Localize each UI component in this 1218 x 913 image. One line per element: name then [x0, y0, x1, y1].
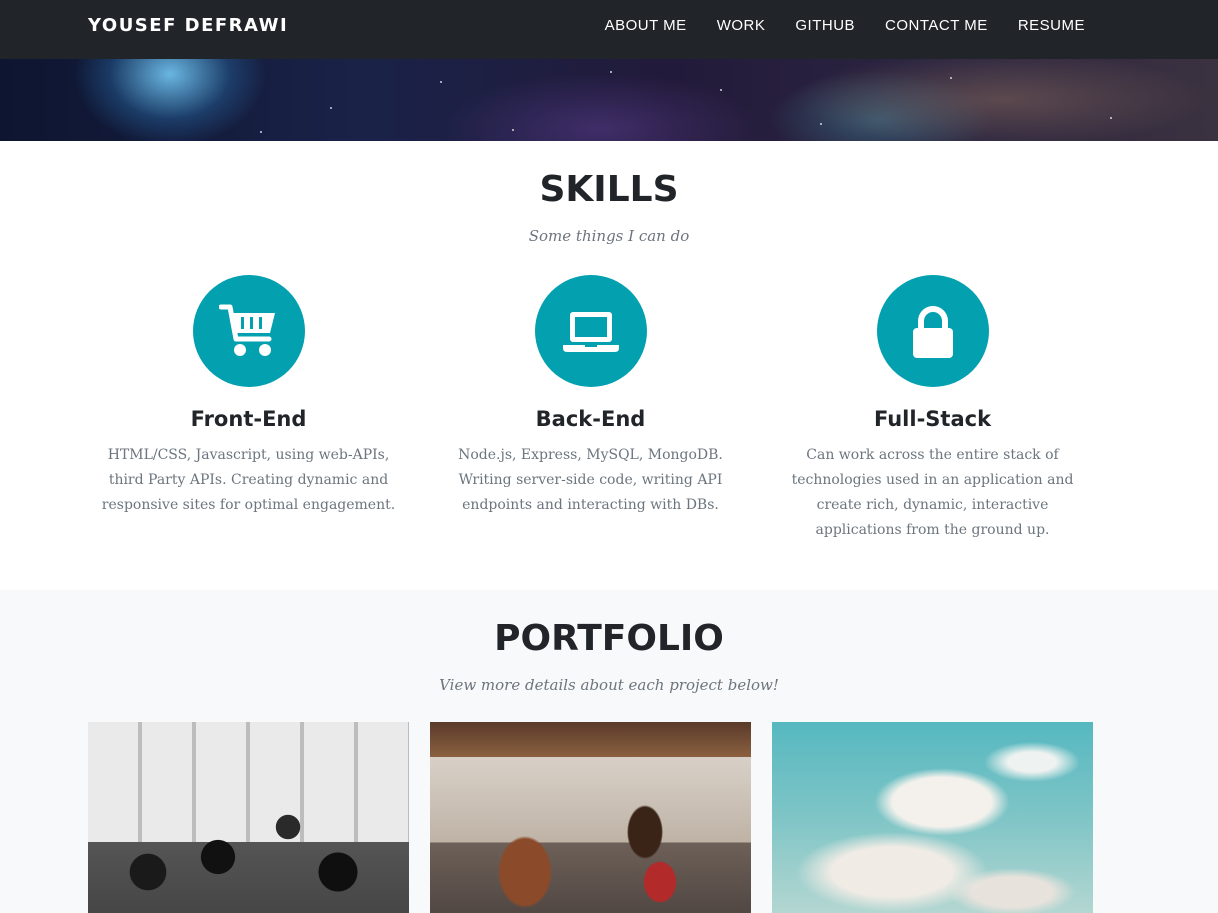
nav-link-contact-me[interactable]: CONTACT ME: [885, 17, 988, 34]
portfolio-item-image[interactable]: [772, 722, 1093, 913]
portfolio-section: PORTFOLIO View more details about each p…: [0, 590, 1218, 913]
skills-section: SKILLS Some things I can do Front-End HT…: [0, 141, 1218, 590]
skill-heading: Back-End: [535, 407, 646, 431]
hero-background-image: [0, 59, 1218, 141]
nav-link-about-me[interactable]: ABOUT ME: [605, 17, 687, 34]
nav-link-work[interactable]: WORK: [717, 17, 766, 34]
navbar: YOUSEF DEFRAWI ABOUT ME WORK GITHUB CONT…: [0, 0, 1218, 59]
skill-card-front-end: Front-End HTML/CSS, Javascript, using we…: [88, 275, 409, 518]
skill-icon-circle: [534, 275, 647, 387]
portfolio-item-image[interactable]: [88, 722, 409, 913]
skill-heading: Full-Stack: [873, 407, 992, 431]
nav-link-resume[interactable]: RESUME: [1018, 17, 1085, 34]
shopping-cart-icon: [218, 304, 275, 356]
nav-links: ABOUT ME WORK GITHUB CONTACT ME RESUME: [575, 17, 1085, 34]
portfolio-title: PORTFOLIO: [494, 618, 724, 659]
nav-link-github[interactable]: GITHUB: [795, 17, 855, 34]
skill-description: Can work across the entire stack of tech…: [791, 447, 1074, 538]
skill-description: Node.js, Express, MySQL, MongoDB. Writin…: [458, 447, 723, 513]
skill-icon-circle: [876, 275, 989, 387]
skill-icon-circle: [192, 275, 305, 387]
laptop-icon: [562, 312, 619, 352]
skill-card-back-end: Back-End Node.js, Express, MySQL, MongoD…: [430, 275, 751, 518]
portfolio-subtitle: View more details about each project bel…: [439, 676, 779, 694]
portfolio-item-image[interactable]: [430, 722, 751, 913]
skill-heading: Front-End: [190, 407, 307, 431]
lock-icon: [912, 306, 953, 358]
skills-subtitle: Some things I can do: [528, 227, 690, 245]
skills-title: SKILLS: [539, 169, 679, 210]
skill-card-full-stack: Full-Stack Can work across the entire st…: [772, 275, 1093, 543]
brand-link[interactable]: YOUSEF DEFRAWI: [88, 15, 288, 36]
skill-description: HTML/CSS, Javascript, using web-APIs, th…: [101, 447, 396, 513]
